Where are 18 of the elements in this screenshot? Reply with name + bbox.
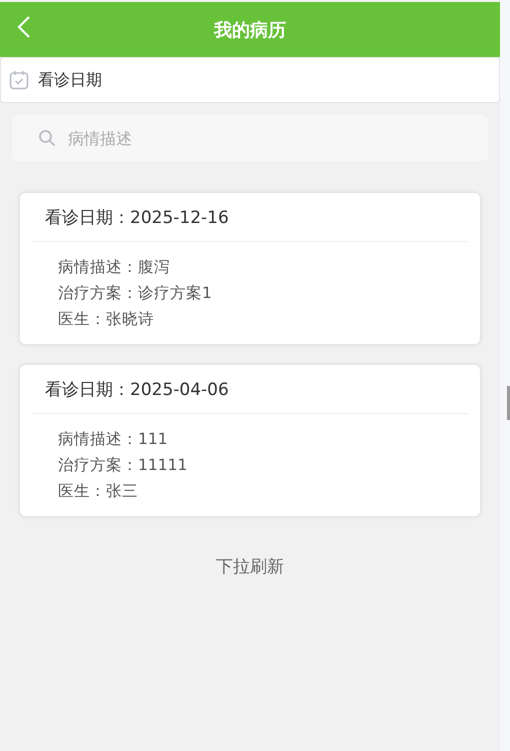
record-card[interactable]: 看诊日期：2025-12-16 病情描述：腹泻 治疗方案：诊疗方案1 医生：张晓诗 bbox=[19, 192, 481, 345]
record-detail: 医生：张晓诗 bbox=[58, 309, 155, 330]
record-card[interactable]: 看诊日期：2025-04-06 病情描述：111 治疗方案：11111 医生：张三 bbox=[19, 364, 481, 517]
record-detail: 病情描述：111 bbox=[58, 429, 169, 450]
back-icon[interactable] bbox=[17, 16, 31, 38]
visit-date: 看诊日期：2025-12-16 bbox=[32, 193, 468, 242]
scrollbar-thumb[interactable] bbox=[507, 386, 510, 420]
record-detail: 医生：张三 bbox=[58, 481, 139, 502]
pull-refresh-hint: 下拉刷新 bbox=[215, 556, 285, 578]
page-title: 我的病历 bbox=[214, 18, 286, 42]
calendar-icon bbox=[9, 70, 29, 90]
date-filter-label: 看诊日期 bbox=[38, 70, 102, 90]
visit-date: 看诊日期：2025-04-06 bbox=[32, 365, 468, 414]
record-detail: 治疗方案：诊疗方案1 bbox=[58, 283, 213, 304]
record-detail: 病情描述：腹泻 bbox=[58, 257, 171, 278]
search-field[interactable]: 病情描述 bbox=[12, 115, 488, 161]
record-detail: 治疗方案：11111 bbox=[58, 455, 188, 476]
date-filter[interactable]: 看诊日期 bbox=[0, 57, 500, 103]
